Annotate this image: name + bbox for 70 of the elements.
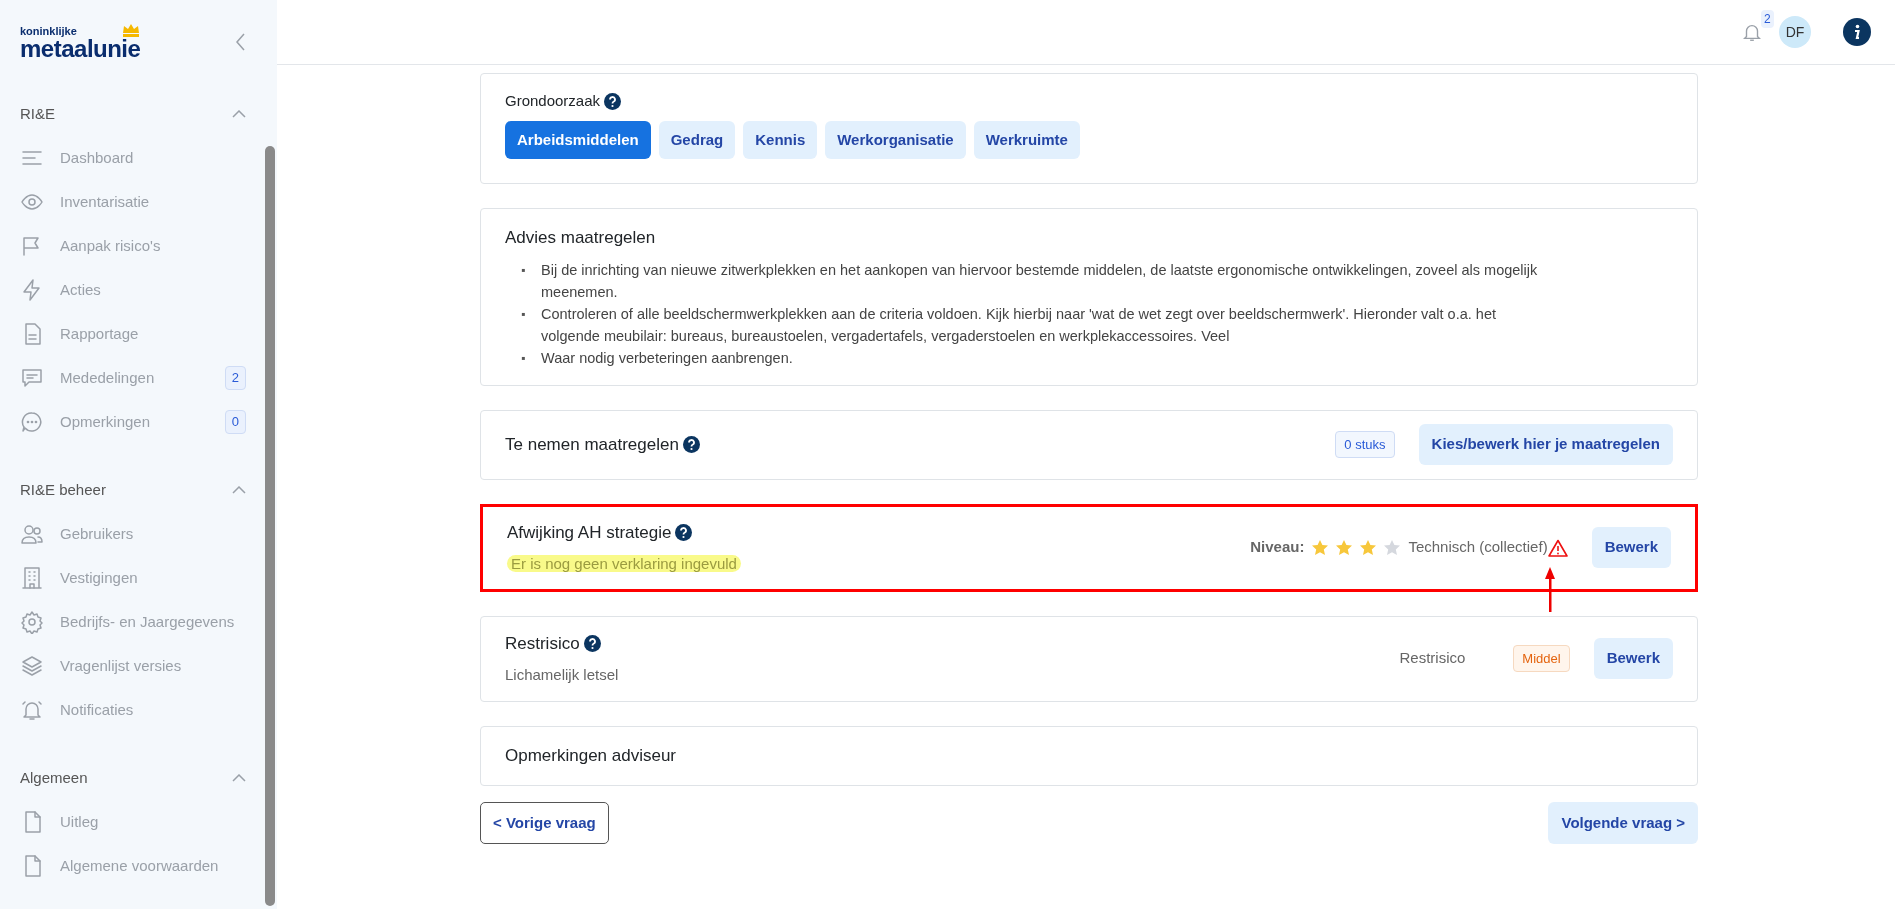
- sidebar-item[interactable]: Inventarisatie: [60, 190, 150, 214]
- list-item: Bij de inrichting van nieuwe zitwerkplekken en het aankopen van hiervoor bestemde middelen, de laatste ergonomische ontwikkelingen, zoveel als mogelijk meenemen.: [541, 260, 1539, 302]
- users-icon: [20, 522, 44, 546]
- count-badge: 0: [224, 410, 246, 434]
- comment-icon: [20, 410, 44, 434]
- notification-count: 2: [1761, 10, 1774, 28]
- sidebar-item[interactable]: Bedrijfs- en Jaargegevens: [60, 610, 235, 634]
- sidebar-item[interactable]: Rapportage: [60, 322, 139, 346]
- risk-badge: Middel: [1513, 644, 1570, 673]
- card-subtitle: Lichamelijk letsel: [505, 665, 619, 685]
- star-icon: [1312, 540, 1329, 555]
- choose-button[interactable]: Kies/bewerk hier je maatregelen: [1418, 424, 1673, 465]
- chat-icon: [20, 366, 44, 390]
- logo-text: koninklijke: [20, 26, 77, 37]
- option-button[interactable]: Werkruimte: [973, 120, 1080, 159]
- card-title: Afwijking AH strategie: [507, 521, 672, 544]
- bullet: ▪: [521, 305, 527, 323]
- next-button[interactable]: Volgende vraag >: [1548, 801, 1698, 844]
- logo-text: metaalunie: [20, 37, 141, 61]
- option-button[interactable]: Arbeidsmiddelen: [505, 120, 651, 159]
- help-icon[interactable]: [583, 634, 601, 652]
- collapse-icon: [234, 32, 246, 52]
- sidebar-item[interactable]: Notificaties: [60, 698, 134, 722]
- section-title: Algemeen: [20, 767, 88, 788]
- sidebar-item[interactable]: Uitleg: [60, 810, 99, 834]
- crown-icon: [122, 23, 141, 37]
- card-title: Restrisico: [505, 632, 580, 655]
- sidebar-item[interactable]: Mededelingen: [60, 366, 155, 390]
- star-icon: [1336, 540, 1353, 555]
- help-icon[interactable]: [675, 523, 693, 541]
- option-button[interactable]: Werkorganisatie: [825, 120, 966, 159]
- help-icon[interactable]: [682, 436, 700, 453]
- count-badge: 0 stuks: [1335, 430, 1395, 459]
- bullet: ▪: [521, 349, 527, 367]
- sidebar-item[interactable]: Gebruikers: [60, 522, 134, 546]
- list-item: Waar nodig verbeteringen aanbrengen.: [541, 348, 793, 368]
- sidebar-item[interactable]: Vestigingen: [60, 566, 138, 590]
- card-title: Te nemen maatregelen: [505, 433, 679, 456]
- settings-icon: [20, 610, 44, 634]
- option-button[interactable]: Gedrag: [658, 120, 736, 159]
- previous-button[interactable]: < Vorige vraag: [480, 801, 609, 844]
- field-label: Restrisico: [1399, 648, 1466, 669]
- bullet: ▪: [521, 261, 527, 279]
- help-icon[interactable]: [604, 92, 622, 110]
- level-text: Technisch (collectief): [1408, 537, 1548, 558]
- count-badge: 2: [224, 366, 246, 390]
- sidebar-item[interactable]: Vragenlijst versies: [60, 654, 182, 678]
- edit-button[interactable]: Bewerk: [1591, 527, 1671, 568]
- sidebar-item[interactable]: Dashboard: [60, 146, 134, 170]
- card-title: Opmerkingen adviseur: [505, 744, 677, 767]
- edit-button[interactable]: Bewerk: [1593, 638, 1673, 679]
- field-label: Grondoorzaak: [505, 91, 601, 111]
- level-label: Niveau:: [1250, 537, 1305, 558]
- card-title: Advies maatregelen: [505, 227, 657, 249]
- info-icon[interactable]: [1843, 18, 1871, 46]
- section-title: RI&E beheer: [20, 479, 106, 500]
- user-avatar[interactable]: DF: [1779, 16, 1811, 48]
- sidebar-item[interactable]: Algemene voorwaarden: [60, 854, 219, 878]
- list-item: Controleren of alle beeldschermwerkplekken aan de criteria voldoen. Kijk hierbij naar 'wat de wet zegt over beeldschermwerk'. Hieronder valt o.a. het volgende meubilair: bureaus, bureaustoelen, vergadertafels, vergaderstoelen en werkplekaccessoires. Veel: [541, 304, 1497, 346]
- sidebar-item[interactable]: Acties: [60, 278, 101, 302]
- star-icon: [1360, 540, 1377, 555]
- star-icon: [1384, 540, 1401, 555]
- sidebar-item[interactable]: Aanpak risico's: [60, 234, 161, 258]
- layers-icon: [20, 654, 44, 678]
- option-button[interactable]: Kennis: [743, 120, 818, 159]
- section-title: RI&E: [20, 103, 55, 124]
- status-text: Er is nog geen verklaring ingevuld: [507, 555, 741, 572]
- building-icon: [20, 566, 44, 590]
- bell-icon: [20, 698, 44, 722]
- sidebar-item[interactable]: Opmerkingen: [60, 410, 151, 434]
